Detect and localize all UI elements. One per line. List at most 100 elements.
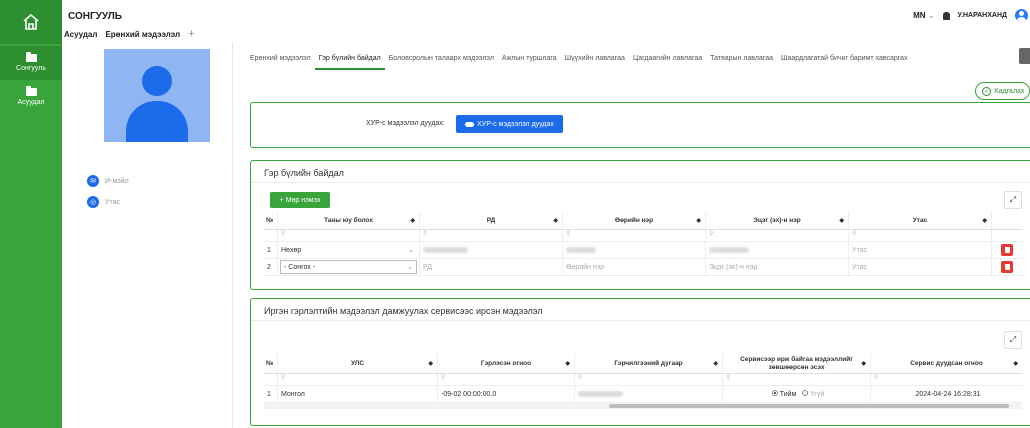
redacted-value [566, 247, 596, 253]
expand-icon[interactable]: ⤢ [1004, 331, 1022, 349]
col-consent[interactable]: Сервисээр ирж байгаа мэдээллийг зөвшөөрс… [723, 354, 871, 373]
chevron-down-icon: ⌄ [407, 264, 413, 271]
tab-documents[interactable]: Шаардлагатай бичиг баримт хавсаргах [777, 50, 912, 70]
family-title: Гэр бүлийн байдал [264, 168, 344, 178]
table-row: 1 Нөхөр ⌄ Утас [264, 242, 1022, 259]
tab-education[interactable]: Боловсролын талаарх мэдээлэл [385, 50, 498, 70]
row-actions [992, 259, 1022, 275]
col-relation[interactable]: Таны юу болох ◆ [278, 212, 420, 229]
marriage-title: Иргэн гэрлэлтийн мэдээлэл дамжуулах серв… [264, 306, 543, 316]
col-rd[interactable]: РД ◆ [420, 212, 563, 229]
col-married-date[interactable]: Гэрлэсэн огноо ◆ [438, 354, 575, 373]
phone-icon: ◎ [87, 196, 99, 208]
filter-country[interactable] [278, 374, 438, 385]
filter-cert[interactable] [575, 374, 723, 385]
married-date-value: -09-02 00:00:00.0 [438, 386, 575, 402]
name-field[interactable] [563, 242, 706, 258]
consent-radios: Тийм Үгүй [723, 386, 871, 402]
col-consent-label: Сервисээр ирж байгаа мэдээллийг зөвшөөрс… [740, 355, 853, 371]
sidebar-item-elections[interactable]: Сонгууль [0, 46, 62, 80]
relation-select[interactable]: - Сонгох - ⌄ [280, 260, 417, 274]
horizontal-scrollbar[interactable] [264, 403, 1022, 409]
row-no: 1 [264, 386, 278, 402]
language-label: MN [913, 11, 926, 20]
redacted-value [423, 247, 468, 253]
col-cert[interactable]: Гэрчилгээний дугаар ◆ [575, 354, 723, 373]
consent-no[interactable]: Үгүй [802, 390, 824, 398]
name-field[interactable]: Өөрийн нэр [563, 259, 706, 275]
sidebar-item-issues[interactable]: Асуудал [0, 80, 62, 114]
col-father[interactable]: Эцэг (эх)-н нэр ◆ [706, 212, 849, 229]
col-cert-label: Гэрчилгээний дугаар [614, 360, 683, 367]
email-icon: ✉ [87, 175, 99, 187]
col-relation-label: Таны юу болох [324, 217, 373, 224]
panel-divider [251, 182, 1030, 183]
rd-field[interactable] [420, 242, 563, 258]
home-button[interactable] [0, 0, 62, 44]
bell-icon[interactable] [942, 11, 950, 20]
add-tab-icon[interactable]: + [188, 28, 194, 40]
col-called-date[interactable]: Сервис дуудсан огноо ◆ [871, 354, 1022, 373]
filter-married-date[interactable] [438, 374, 575, 385]
filter-rd[interactable] [420, 230, 563, 241]
col-country[interactable]: УЛС ◆ [278, 354, 438, 373]
scrollbar-thumb[interactable] [609, 404, 1009, 408]
row-actions [992, 242, 1022, 258]
col-no: № [264, 212, 278, 229]
filter-relation[interactable] [278, 230, 420, 241]
cloud-download-icon [465, 121, 475, 127]
filter-father[interactable] [706, 230, 849, 241]
relation-select-cell: - Сонгох - ⌄ [278, 259, 420, 275]
phone-field[interactable]: Утас [849, 242, 992, 258]
phone-field[interactable]: Утас [849, 259, 992, 275]
plus-icon: + [279, 196, 284, 204]
breadcrumb-general[interactable]: Ерөнхий мэдээлэл [105, 30, 180, 39]
tab-police[interactable]: Цагдаагийн лавлагаа [629, 50, 706, 70]
relation-value: Нөхөр [281, 246, 302, 254]
add-row-button[interactable]: + Мөр нэмэх [270, 192, 330, 208]
top-right-bar: MN ⌄ У.НАРАНХАНД [913, 9, 1028, 22]
consent-yes[interactable]: Тийм [771, 390, 797, 398]
country-value: Монгол [278, 386, 438, 402]
filter-consent[interactable] [723, 374, 871, 385]
col-name-label: Өөрийн нэр [614, 217, 654, 224]
xyp-fetch-button[interactable]: ХУР-с мэдээлэл дуудах [456, 115, 563, 133]
add-row-label: Мөр нэмэх [285, 196, 321, 204]
save-button[interactable]: ✓ Хадгалах [975, 82, 1030, 100]
breadcrumb: Асуудал Ерөнхий мэдээлэл + [64, 28, 195, 40]
delete-icon[interactable] [1001, 244, 1013, 256]
radio-icon [771, 390, 778, 396]
col-name[interactable]: Өөрийн нэр ◆ [563, 212, 706, 229]
expand-icon[interactable]: ⤢ [1004, 191, 1022, 209]
grid-header: № УЛС ◆ Гэрлэсэн огноо ◆ Гэрчилгээний дуга… [264, 354, 1022, 374]
tab-family[interactable]: Гэр бүлийн байдал [314, 50, 385, 70]
tab-scroll-button[interactable] [1019, 48, 1030, 64]
chevron-down-icon: ⌄ [408, 247, 414, 254]
rd-field[interactable]: РД [420, 259, 563, 275]
col-phone-label: Утас [912, 217, 928, 224]
language-select[interactable]: MN ⌄ [913, 11, 934, 20]
father-field[interactable]: Эцэг (эх)-н нэр [706, 259, 849, 275]
consent-yes-label: Тийм [779, 391, 797, 398]
tab-tax[interactable]: Татварын лавлагаа [706, 50, 777, 70]
filter-name[interactable] [563, 230, 706, 241]
tab-work-experience[interactable]: Ажлын туршлага [498, 50, 561, 70]
father-field[interactable] [706, 242, 849, 258]
tab-court[interactable]: Шүүхийн лавлагаа [561, 50, 629, 70]
relation-value: - Сонгох - [284, 263, 316, 271]
relation-select[interactable]: Нөхөр ⌄ [278, 242, 420, 258]
filter-phone[interactable] [849, 230, 992, 241]
called-date-value: 2024-04-24 16:28:31 [915, 390, 981, 398]
row-no: 2 [264, 259, 278, 275]
col-father-label: Эцэг (эх)-н нэр [753, 217, 801, 224]
xyp-label: ХУР-с мэдээлэл дуудах: [366, 120, 445, 127]
filter-called-date[interactable] [871, 374, 1022, 385]
breadcrumb-issues[interactable]: Асуудал [64, 30, 97, 39]
col-phone[interactable]: Утас ◆ [849, 212, 992, 229]
username[interactable]: У.НАРАНХАНД [958, 12, 1007, 19]
user-avatar-icon[interactable] [1015, 9, 1028, 22]
sidebar: Сонгууль Асуудал [0, 0, 62, 428]
delete-icon[interactable] [1001, 261, 1013, 273]
tab-general[interactable]: Ерөнхий мэдээлэл [246, 50, 315, 70]
filter-actions [992, 230, 1022, 241]
